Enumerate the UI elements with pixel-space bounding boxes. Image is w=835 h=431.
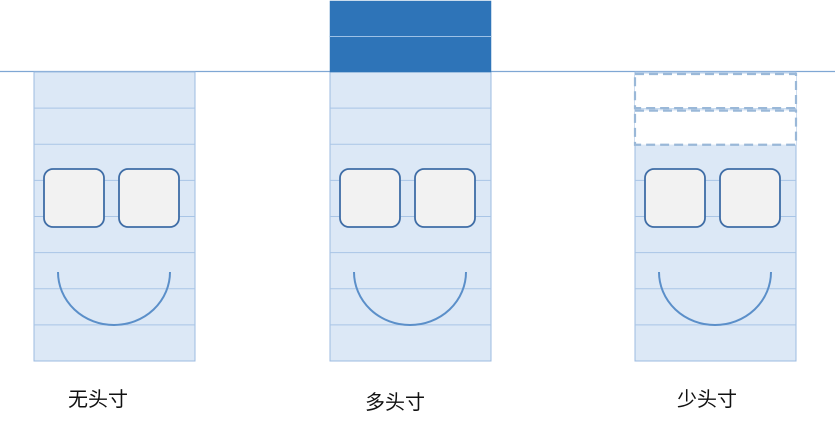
right-eye	[719, 168, 781, 228]
right-eye	[414, 168, 476, 228]
panel-long-position	[329, 0, 492, 362]
left-eye	[644, 168, 706, 228]
left-eye	[339, 168, 401, 228]
caption-no-position: 无头寸	[68, 387, 128, 411]
long-position-block	[329, 0, 492, 37]
short-position-slot	[633, 109, 798, 146]
long-position-block	[329, 36, 492, 73]
caption-short-position: 少头寸	[677, 387, 737, 411]
panel-short-position	[633, 71, 798, 362]
left-eye	[43, 168, 105, 228]
short-position-slot	[633, 72, 798, 110]
panel-no-position	[33, 71, 196, 362]
caption-long-position: 多头寸	[365, 390, 425, 414]
right-eye	[118, 168, 180, 228]
position-diagram	[0, 0, 835, 362]
